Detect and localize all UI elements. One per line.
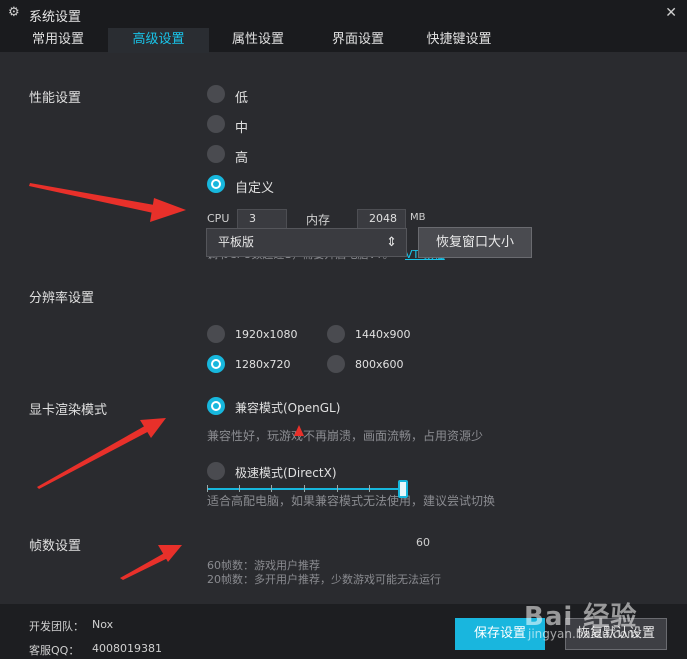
res-800x600-label: 800x600: [355, 358, 404, 371]
radio-render-directx[interactable]: [207, 462, 225, 480]
window-title: 系统设置: [29, 10, 82, 25]
team-value: Nox: [92, 618, 114, 631]
memory-unit: MB: [410, 212, 426, 223]
radio-res-1440x900[interactable]: [327, 325, 345, 343]
gear-icon: ⚙: [8, 5, 20, 20]
title-bar: ⚙ 系统设置 ✕: [0, 0, 687, 28]
res-1280x720-label: 1280x720: [235, 358, 291, 371]
render-directx-label: 极速模式(DirectX): [235, 466, 337, 480]
render-opengl-label: 兼容模式(OpenGL): [235, 401, 341, 415]
perf-low-label: 低: [235, 91, 249, 106]
res-1440x900-label: 1440x900: [355, 328, 411, 341]
fps-label: 帧数设置: [29, 539, 82, 554]
radio-res-800x600[interactable]: [327, 355, 345, 373]
tab-interface-settings[interactable]: 界面设置: [318, 28, 398, 53]
perf-medium-label: 中: [235, 121, 249, 136]
radio-res-1280x720[interactable]: [207, 355, 225, 373]
render-mode-label: 显卡渲染模式: [29, 403, 108, 418]
perf-high-label: 高: [235, 151, 249, 166]
qq-label: 客服QQ：: [29, 644, 80, 657]
qq-value: 4008019381: [92, 642, 162, 655]
tab-bar: 常用设置 高级设置 属性设置 界面设置 快捷键设置: [0, 28, 687, 53]
perf-custom-label: 自定义: [235, 181, 275, 196]
slider-tick: [271, 485, 272, 492]
radio-perf-low[interactable]: [207, 85, 225, 103]
slider-tick: [304, 485, 305, 492]
resolution-select-value: 平板版: [218, 235, 255, 249]
tab-property-settings[interactable]: 属性设置: [218, 28, 298, 53]
radio-render-opengl[interactable]: [207, 397, 225, 415]
cpu-input[interactable]: 3: [237, 209, 287, 229]
slider-tick: [337, 485, 338, 492]
restore-window-size-button[interactable]: 恢复窗口大小: [418, 227, 532, 258]
tab-shortcut-settings[interactable]: 快捷键设置: [418, 28, 500, 53]
render-opengl-hint: 兼容性好，玩游戏不再崩溃，画面流畅，占用资源少: [207, 429, 484, 443]
resolution-label: 分辨率设置: [29, 291, 95, 306]
tab-advanced-settings[interactable]: 高级设置: [108, 28, 209, 53]
slider-tick: [207, 485, 208, 492]
resolution-select[interactable]: 平板版 ⇕: [206, 228, 407, 257]
memory-input[interactable]: 2048: [357, 209, 406, 229]
fps-value: 60: [416, 536, 430, 549]
radio-perf-medium[interactable]: [207, 115, 225, 133]
radio-res-1920x1080[interactable]: [207, 325, 225, 343]
close-icon[interactable]: ✕: [665, 5, 677, 21]
fps-slider-track[interactable]: [207, 488, 403, 490]
radio-perf-high[interactable]: [207, 145, 225, 163]
radio-perf-custom[interactable]: [207, 175, 225, 193]
team-label: 开发团队：: [29, 620, 84, 633]
fps-slider-handle[interactable]: [398, 480, 408, 498]
slider-tick: [239, 485, 240, 492]
render-directx-hint: 适合高配电脑，如果兼容模式无法使用，建议尝试切换: [207, 494, 496, 508]
tab-common-settings[interactable]: 常用设置: [18, 28, 98, 53]
fps-hint-20: 20帧数：多开用户推荐，少数游戏可能无法运行: [207, 573, 441, 586]
performance-label: 性能设置: [29, 91, 82, 106]
slider-tick: [369, 485, 370, 492]
baidu-watermark-url: jingyan.baidu.com: [528, 627, 639, 641]
memory-label: 内存: [306, 213, 331, 227]
chevron-updown-icon: ⇕: [386, 235, 397, 250]
cpu-label: CPU: [207, 212, 230, 225]
res-1920x1080-label: 1920x1080: [235, 328, 298, 341]
